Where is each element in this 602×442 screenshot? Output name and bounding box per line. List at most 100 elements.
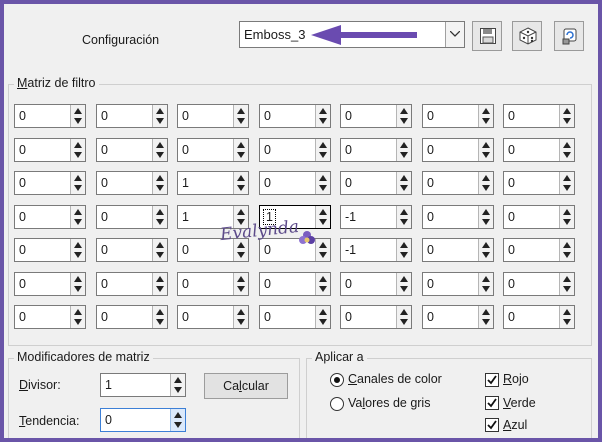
matrix-cell[interactable]: 1 xyxy=(177,171,249,195)
spin-up-icon[interactable] xyxy=(482,276,490,282)
spin-up-icon[interactable] xyxy=(482,142,490,148)
spin-up-icon[interactable] xyxy=(400,142,408,148)
spin-down-icon[interactable] xyxy=(156,286,164,292)
red-checkbox[interactable] xyxy=(485,373,499,387)
calculate-button[interactable]: Calcular xyxy=(204,373,288,399)
matrix-cell-spinner[interactable] xyxy=(233,273,248,295)
matrix-cell-spinner[interactable] xyxy=(559,273,574,295)
matrix-cell[interactable]: 0 xyxy=(14,205,86,229)
spin-up-icon[interactable] xyxy=(319,209,327,215)
spin-up-icon[interactable] xyxy=(563,276,571,282)
spin-up-icon[interactable] xyxy=(563,309,571,315)
spin-down-icon[interactable] xyxy=(156,118,164,124)
matrix-cell-spinner[interactable] xyxy=(233,172,248,194)
spin-up-icon[interactable] xyxy=(482,209,490,215)
spin-down-icon[interactable] xyxy=(563,319,571,325)
spin-down-icon[interactable] xyxy=(74,286,82,292)
matrix-cell-spinner[interactable] xyxy=(70,239,85,261)
spin-up-icon[interactable] xyxy=(174,412,182,418)
matrix-cell[interactable]: 0 xyxy=(503,272,575,296)
matrix-cell[interactable]: 0 xyxy=(340,171,412,195)
matrix-cell[interactable]: 0 xyxy=(259,171,331,195)
spin-up-icon[interactable] xyxy=(319,309,327,315)
blue-checkbox[interactable] xyxy=(485,418,499,432)
spin-up-icon[interactable] xyxy=(563,242,571,248)
matrix-cell-spinner[interactable] xyxy=(152,139,167,161)
matrix-cell[interactable]: 0 xyxy=(14,138,86,162)
matrix-cell-spinner[interactable] xyxy=(559,206,574,228)
spin-down-icon[interactable] xyxy=(563,252,571,258)
green-checkbox[interactable] xyxy=(485,396,499,410)
matrix-cell[interactable]: 0 xyxy=(503,238,575,262)
spin-down-icon[interactable] xyxy=(482,185,490,191)
spin-down-icon[interactable] xyxy=(156,319,164,325)
spin-down-icon[interactable] xyxy=(482,286,490,292)
spin-up-icon[interactable] xyxy=(74,209,82,215)
matrix-cell[interactable]: 0 xyxy=(259,238,331,262)
matrix-cell[interactable]: 0 xyxy=(96,104,168,128)
spin-down-icon[interactable] xyxy=(563,185,571,191)
matrix-cell[interactable]: 0 xyxy=(259,272,331,296)
spin-down-icon[interactable] xyxy=(156,185,164,191)
divisor-input[interactable]: 1 xyxy=(100,373,186,397)
spin-down-icon[interactable] xyxy=(74,152,82,158)
spin-down-icon[interactable] xyxy=(74,252,82,258)
spin-up-icon[interactable] xyxy=(237,276,245,282)
matrix-cell-spinner[interactable] xyxy=(396,273,411,295)
matrix-cell[interactable]: -1 xyxy=(340,238,412,262)
spin-down-icon[interactable] xyxy=(563,219,571,225)
spin-down-icon[interactable] xyxy=(563,286,571,292)
spin-up-icon[interactable] xyxy=(482,309,490,315)
spin-down-icon[interactable] xyxy=(237,118,245,124)
matrix-cell-spinner[interactable] xyxy=(559,172,574,194)
spin-up-icon[interactable] xyxy=(156,108,164,114)
matrix-cell[interactable]: 0 xyxy=(340,104,412,128)
spin-up-icon[interactable] xyxy=(156,209,164,215)
matrix-cell[interactable]: 0 xyxy=(177,272,249,296)
matrix-cell[interactable]: 0 xyxy=(14,272,86,296)
spin-up-icon[interactable] xyxy=(319,242,327,248)
matrix-cell-spinner[interactable] xyxy=(559,139,574,161)
spin-down-icon[interactable] xyxy=(482,152,490,158)
spin-down-icon[interactable] xyxy=(237,319,245,325)
matrix-cell[interactable]: 0 xyxy=(422,205,494,229)
spin-up-icon[interactable] xyxy=(74,276,82,282)
spin-up-icon[interactable] xyxy=(156,309,164,315)
spin-down-icon[interactable] xyxy=(319,152,327,158)
matrix-cell-spinner[interactable] xyxy=(396,239,411,261)
matrix-cell[interactable]: 0 xyxy=(96,205,168,229)
matrix-cell[interactable]: 0 xyxy=(96,305,168,329)
matrix-cell-spinner[interactable] xyxy=(233,139,248,161)
spin-up-icon[interactable] xyxy=(482,108,490,114)
color-channels-label[interactable]: Canales de color xyxy=(348,372,442,386)
matrix-cell[interactable]: 0 xyxy=(422,104,494,128)
spin-up-icon[interactable] xyxy=(237,142,245,148)
spin-down-icon[interactable] xyxy=(156,252,164,258)
spin-down-icon[interactable] xyxy=(174,422,182,428)
spin-up-icon[interactable] xyxy=(319,108,327,114)
spin-down-icon[interactable] xyxy=(74,118,82,124)
spin-down-icon[interactable] xyxy=(74,319,82,325)
matrix-cell-spinner[interactable] xyxy=(152,273,167,295)
spin-up-icon[interactable] xyxy=(400,309,408,315)
spin-up-icon[interactable] xyxy=(74,309,82,315)
spin-down-icon[interactable] xyxy=(482,118,490,124)
spin-up-icon[interactable] xyxy=(237,175,245,181)
spin-down-icon[interactable] xyxy=(74,185,82,191)
matrix-cell-spinner[interactable] xyxy=(70,139,85,161)
matrix-cell[interactable]: 0 xyxy=(259,138,331,162)
matrix-cell-spinner[interactable] xyxy=(396,172,411,194)
gray-values-radio[interactable] xyxy=(330,397,344,411)
spin-down-icon[interactable] xyxy=(563,118,571,124)
matrix-cell[interactable]: 0 xyxy=(422,171,494,195)
spin-down-icon[interactable] xyxy=(156,219,164,225)
spin-down-icon[interactable] xyxy=(237,152,245,158)
reset-defaults-button[interactable] xyxy=(554,21,584,51)
matrix-cell-spinner[interactable] xyxy=(478,139,493,161)
spin-down-icon[interactable] xyxy=(237,185,245,191)
matrix-cell-spinner[interactable] xyxy=(233,105,248,127)
spin-up-icon[interactable] xyxy=(563,142,571,148)
red-label[interactable]: Rojo xyxy=(503,372,529,386)
divisor-spinner[interactable] xyxy=(170,374,185,396)
matrix-cell[interactable]: 0 xyxy=(14,104,86,128)
